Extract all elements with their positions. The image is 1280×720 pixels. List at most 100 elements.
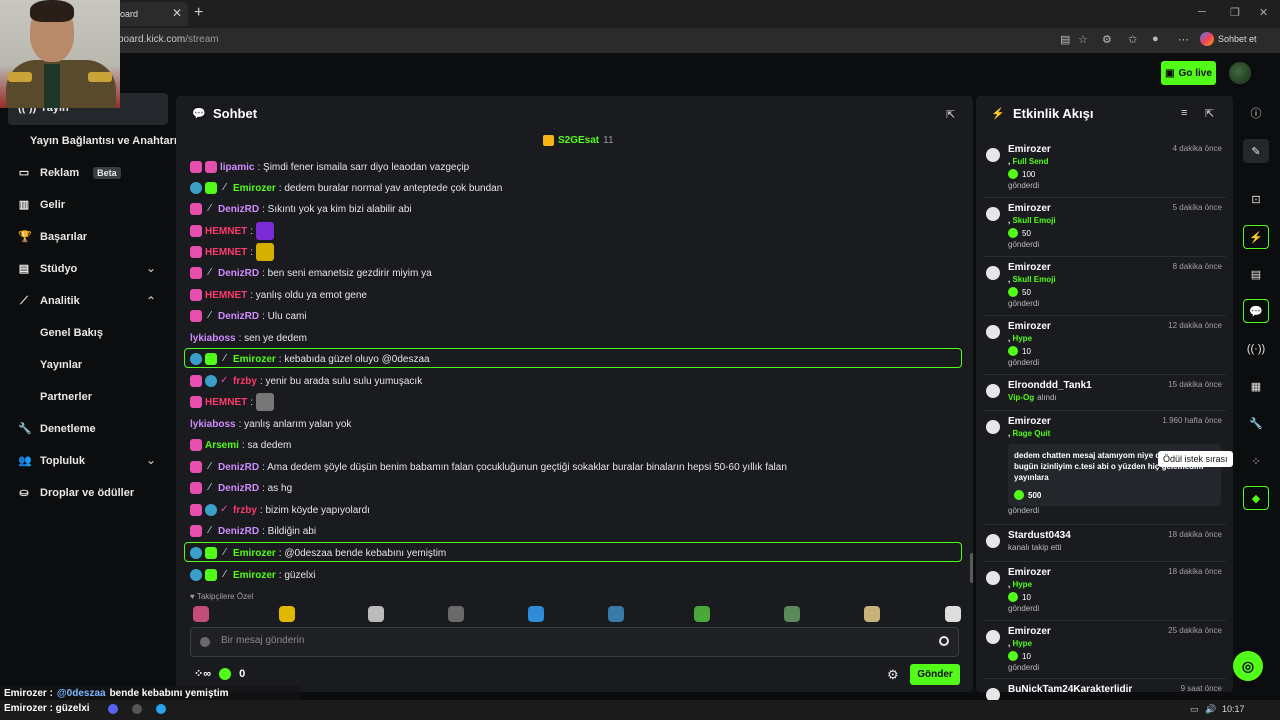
- maximize-icon[interactable]: ❐: [1230, 6, 1240, 19]
- feed-username[interactable]: Stardust0434: [1008, 530, 1071, 541]
- user-badge-icon[interactable]: [190, 289, 202, 301]
- chat-username[interactable]: Emirozer: [233, 548, 276, 559]
- discord-icon[interactable]: [108, 704, 118, 714]
- emote-picker-item[interactable]: [945, 606, 961, 622]
- sidebar-item-partnerler[interactable]: Partnerler: [40, 391, 92, 403]
- user-badge-icon[interactable]: [190, 225, 202, 237]
- extensions-icon[interactable]: ⚙: [1102, 33, 1112, 46]
- user-badge-icon[interactable]: [190, 182, 202, 194]
- reader-icon[interactable]: ▤: [1060, 33, 1070, 46]
- feed-username[interactable]: Elroonddd_Tank1: [1008, 380, 1092, 391]
- chat-username[interactable]: lipamic: [220, 162, 254, 173]
- user-badge-icon[interactable]: [190, 525, 202, 537]
- favorites-bar-icon[interactable]: ✩: [1128, 33, 1137, 46]
- chat-username[interactable]: DenizRD: [218, 268, 259, 279]
- user-badge-icon[interactable]: [190, 504, 202, 516]
- chat-username[interactable]: Arsemi: [205, 440, 239, 451]
- chevron-up-icon[interactable]: ⌃: [146, 294, 156, 308]
- window-close-icon[interactable]: ✕: [1259, 6, 1268, 19]
- user-badge-icon[interactable]: [190, 375, 202, 387]
- tab-close-icon[interactable]: ✕: [172, 6, 182, 20]
- emote-picker-item[interactable]: [608, 606, 624, 622]
- sidebar-item-basarilar[interactable]: 🏆 Başarılar: [18, 231, 87, 243]
- feed-username[interactable]: Emirozer: [1008, 321, 1051, 332]
- user-badge-icon[interactable]: [190, 246, 202, 258]
- user-badge-icon[interactable]: ⁄: [205, 461, 215, 473]
- chat-bubble-icon[interactable]: 💬: [1243, 299, 1269, 323]
- feed-username[interactable]: BuNickTam24Karakterlidir: [1008, 684, 1132, 695]
- user-badge-icon[interactable]: [190, 547, 202, 559]
- emote-picker-item[interactable]: [694, 606, 710, 622]
- user-badge-icon[interactable]: [190, 439, 202, 451]
- chat-username[interactable]: HEMNET: [205, 397, 247, 408]
- feed-username[interactable]: Emirozer: [1008, 262, 1051, 273]
- chat-username[interactable]: HEMNET: [205, 247, 247, 258]
- sidebar-item-stream-key[interactable]: Yayın Bağlantısı ve Anahtarı: [30, 135, 177, 147]
- layout-icon[interactable]: ▦: [1243, 374, 1269, 398]
- user-badge-icon[interactable]: [205, 569, 217, 581]
- user-badge-icon[interactable]: [190, 569, 202, 581]
- popout-icon[interactable]: ⇱: [1205, 107, 1214, 120]
- emote-image[interactable]: [256, 243, 275, 261]
- user-badge-icon[interactable]: ⁄: [205, 482, 215, 494]
- chat-username[interactable]: frzby: [233, 505, 257, 516]
- chat-username[interactable]: DenizRD: [218, 311, 259, 322]
- user-badge-icon[interactable]: [190, 310, 202, 322]
- user-badge-icon[interactable]: [190, 482, 202, 494]
- feed-username[interactable]: Emirozer: [1008, 144, 1051, 155]
- volume-icon[interactable]: 🔊: [1205, 704, 1216, 715]
- user-badge-icon[interactable]: [205, 161, 217, 173]
- telegram-icon[interactable]: [156, 704, 166, 714]
- user-avatar[interactable]: [1229, 62, 1251, 84]
- emote-picker-item[interactable]: [279, 606, 295, 622]
- favorite-icon[interactable]: ☆: [1078, 33, 1088, 46]
- user-badge-icon[interactable]: [190, 161, 202, 173]
- user-badge-icon[interactable]: ⁄: [205, 267, 215, 279]
- feed-username[interactable]: Emirozer: [1008, 567, 1051, 578]
- sidebar-item-yayinlar[interactable]: Yayınlar: [40, 359, 82, 371]
- chat-username[interactable]: lykiaboss: [190, 419, 236, 430]
- chat-username[interactable]: lykiaboss: [190, 333, 236, 344]
- user-badge-icon[interactable]: [190, 353, 202, 365]
- chat-input-box[interactable]: [190, 627, 959, 657]
- chat-username[interactable]: DenizRD: [218, 526, 259, 537]
- broadcast-icon[interactable]: ((·)): [1243, 337, 1269, 361]
- emote-image[interactable]: [256, 393, 275, 411]
- profile-icon[interactable]: ●: [1152, 33, 1159, 45]
- sidebar-item-droplar[interactable]: ⛀ Droplar ve ödüller: [18, 487, 134, 499]
- chat-username[interactable]: frzby: [233, 376, 257, 387]
- go-live-button[interactable]: ▣ Go live: [1161, 61, 1216, 85]
- sidebar-item-studyo[interactable]: ▤ Stüdyo: [18, 263, 77, 275]
- emote-picker-item[interactable]: [448, 606, 464, 622]
- sidebar-item-denetleme[interactable]: 🔧 Denetleme: [18, 423, 96, 435]
- chat-username[interactable]: HEMNET: [205, 290, 247, 301]
- support-icon[interactable]: ◎: [1233, 651, 1263, 681]
- emote-picker-item[interactable]: [864, 606, 880, 622]
- url-field[interactable]: board.kick.com/stream: [118, 34, 219, 45]
- chat-username[interactable]: Emirozer: [233, 183, 276, 194]
- sidebar-item-analitik[interactable]: ⟋ Analitik: [18, 295, 80, 307]
- chat-username[interactable]: HEMNET: [205, 226, 247, 237]
- feed-username[interactable]: Emirozer: [1008, 416, 1051, 427]
- user-badge-icon[interactable]: [205, 547, 217, 559]
- sidebar-item-gelir[interactable]: ▥ Gelir: [18, 199, 65, 211]
- more-icon[interactable]: ⋯: [1178, 33, 1189, 46]
- emote-picker-item[interactable]: [528, 606, 544, 622]
- input-badge-icon[interactable]: [200, 637, 210, 647]
- user-badge-icon[interactable]: ✓: [220, 375, 230, 387]
- user-badge-icon[interactable]: [190, 203, 202, 215]
- chat-username[interactable]: Emirozer: [233, 354, 276, 365]
- sidebar-item-genel-bakis[interactable]: Genel Bakış: [40, 327, 103, 339]
- minimize-icon[interactable]: ─: [1198, 6, 1206, 18]
- edit-icon[interactable]: ✎: [1243, 139, 1269, 163]
- activity-lightning-icon[interactable]: ⚡: [1243, 225, 1269, 249]
- user-badge-icon[interactable]: ⁄: [205, 203, 215, 215]
- emote-picker-item[interactable]: [368, 606, 384, 622]
- user-badge-icon[interactable]: [190, 461, 202, 473]
- notes-icon[interactable]: ▤: [1243, 262, 1269, 286]
- popout-icon[interactable]: ⇱: [946, 108, 955, 121]
- user-badge-icon[interactable]: [205, 353, 217, 365]
- user-badge-icon[interactable]: [205, 504, 217, 516]
- emoji-icon[interactable]: [939, 636, 949, 646]
- emote-image[interactable]: [256, 222, 275, 240]
